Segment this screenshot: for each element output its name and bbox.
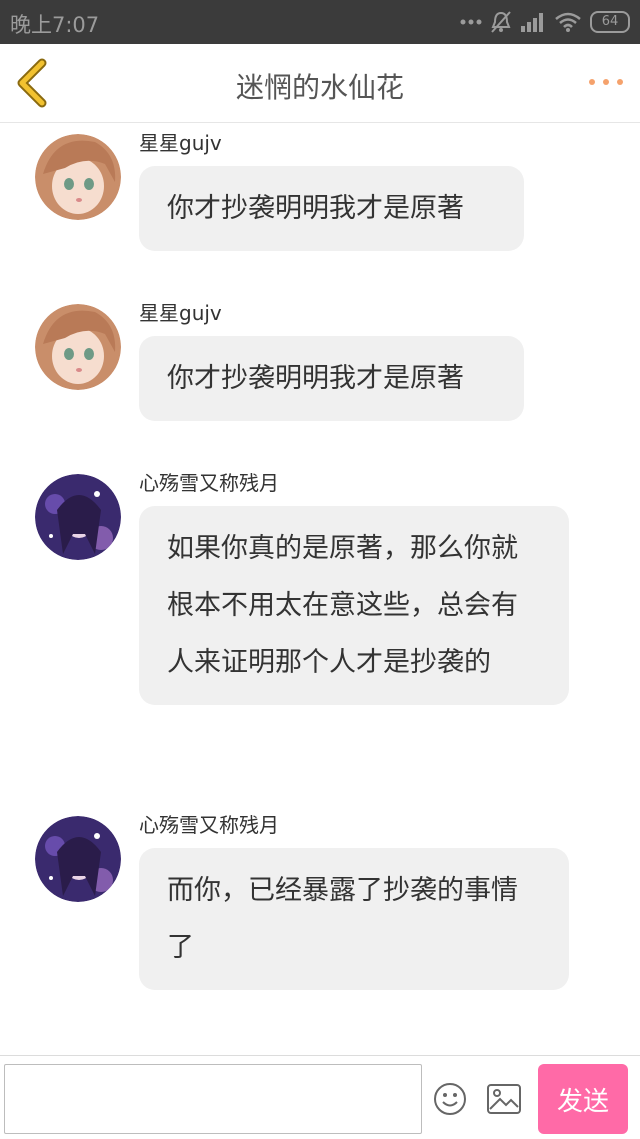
avatar-anime-girl-purple [35,474,121,560]
sender-name: 心殇雪又称残月 [139,813,279,837]
avatar[interactable] [35,474,121,560]
status-bar: 晚上7:07 64 [0,0,640,44]
emoji-icon [434,1083,466,1115]
message-bubble[interactable]: 你才抄袭明明我才是原著 [139,166,524,251]
more-icon [589,79,623,85]
image-button[interactable] [486,1083,522,1115]
dots-icon [460,18,482,26]
status-time: 晚上7:07 [10,13,100,37]
wifi-icon [554,11,582,33]
image-icon [487,1084,521,1114]
avatar[interactable] [35,134,121,220]
emoji-button[interactable] [433,1082,467,1116]
signal-icon [520,11,546,33]
avatar[interactable] [35,304,121,390]
status-icons: 64 [460,9,630,35]
more-button[interactable] [586,68,626,96]
page-title: 迷惘的水仙花 [235,71,404,104]
avatar-anime-girl-brown-hair [35,134,121,220]
sender-name: 心殇雪又称残月 [139,471,279,495]
sender-name: 星星gujv [139,301,222,325]
title-bar: 迷惘的水仙花 [0,44,640,123]
message-input[interactable] [4,1064,422,1134]
sender-name: 星星gujv [139,131,222,155]
mute-icon [490,10,512,34]
avatar-anime-girl-purple [35,816,121,902]
message-bubble[interactable]: 你才抄袭明明我才是原著 [139,336,524,421]
send-button[interactable]: 发送 [538,1064,628,1134]
message-bubble[interactable]: 如果你真的是原著，那么你就根本不用太在意这些，总会有人来证明那个人才是抄袭的 [139,506,569,705]
avatar-anime-girl-brown-hair [35,304,121,390]
composer-bar: 发送 [0,1055,640,1139]
message-bubble[interactable]: 而你，已经暴露了抄袭的事情了 [139,848,569,990]
avatar[interactable] [35,816,121,902]
battery-indicator: 64 [590,11,630,33]
